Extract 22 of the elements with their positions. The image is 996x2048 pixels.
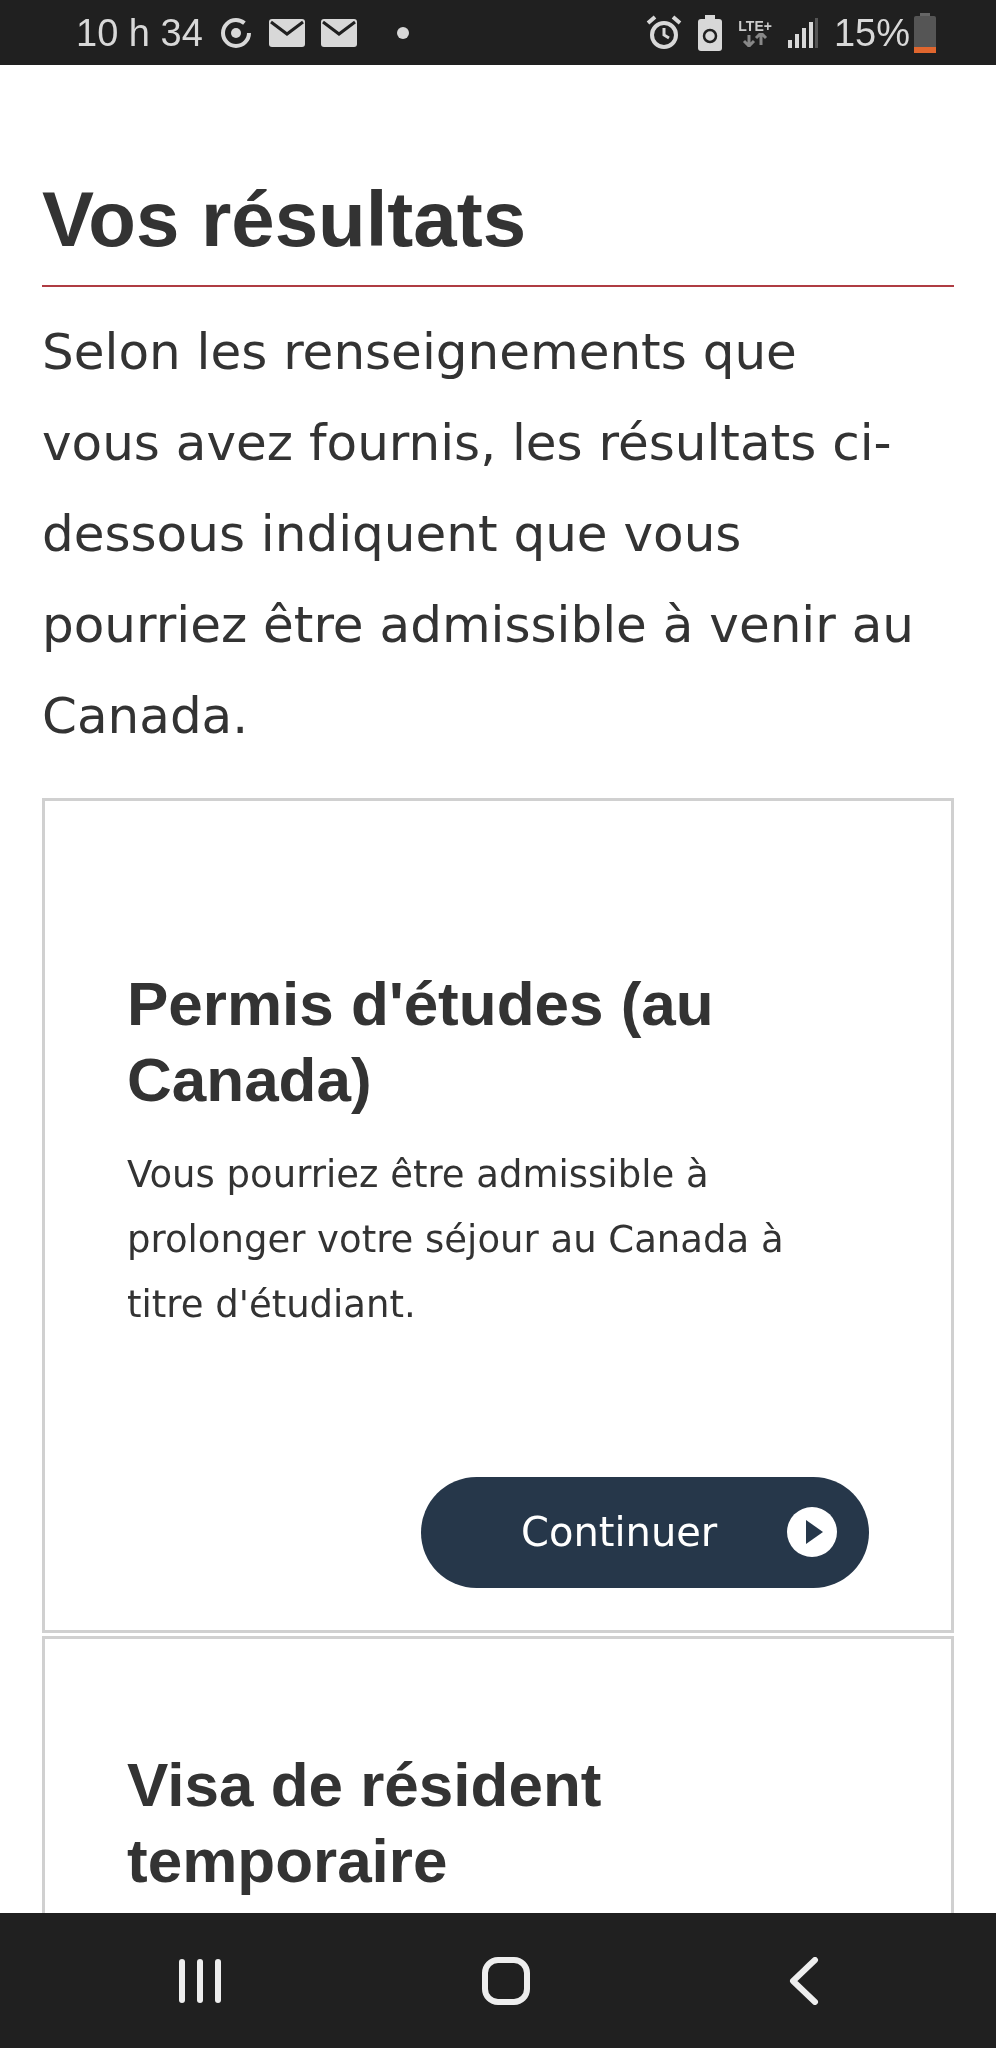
sync-icon (218, 15, 253, 50)
battery-percent: 15% (833, 13, 910, 52)
continue-button[interactable]: Continuer (421, 1476, 869, 1588)
play-icon (785, 1505, 839, 1560)
result-description: Vous pourriez être admissible à prolonger votre séjour au Canada à titre d'étudiant. (127, 1151, 785, 1328)
data-arrows-icon (742, 32, 769, 47)
result-title: Permis d'études (au Canada) (127, 967, 715, 1116)
network-type: LTE+ (738, 18, 772, 33)
back-icon[interactable] (789, 1956, 819, 2005)
clock-time: 10 h 34 (76, 13, 203, 52)
home-icon[interactable] (481, 1955, 531, 2006)
mail-icon (268, 18, 305, 47)
intro-paragraph: Selon les renseignements que vous avez fournis, les résultats ci-dessous indiquent que vous pourriez être admissible à venir au Canada. (42, 321, 916, 747)
dot-icon (396, 26, 409, 39)
battery-icon (914, 12, 936, 53)
signal-icon (787, 17, 818, 48)
mail-icon (320, 18, 357, 47)
result-title: Visa de résident temporaire (127, 1748, 603, 1897)
page-heading: Vos résultats (42, 177, 954, 287)
recent-apps-icon[interactable] (177, 1957, 223, 2004)
battery-saver-icon (698, 14, 723, 51)
alarm-icon (646, 14, 683, 51)
